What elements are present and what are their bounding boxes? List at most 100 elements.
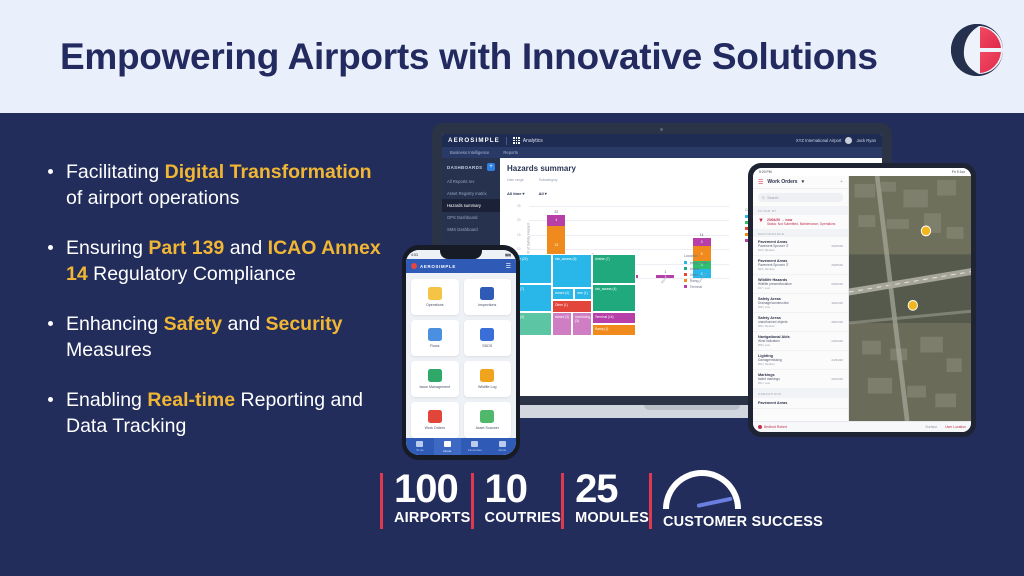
sdds-icon (480, 328, 495, 341)
tablet-mockup: 5:20 PM Fri 9 Jun ☰ Work Orders ▾ + ⚲ Se… (748, 163, 976, 437)
bullet-digital-transformation: Facilitating Digital Transformation of a… (42, 159, 387, 211)
slide-body: Facilitating Digital Transformation of a… (0, 113, 1024, 576)
map-layer-toggle[interactable]: User Location (945, 425, 966, 429)
sidebar-item[interactable]: Hazards summary (442, 199, 500, 212)
aerosimple-mark-icon (411, 263, 417, 269)
y-axis-tick: 25 (517, 204, 521, 208)
wo-date: 03/05/20 (831, 282, 843, 287)
work-order-item[interactable]: Lighting Damage/missing #52 | Medium 24/04/… (753, 351, 848, 371)
phone-module-label: Work Orders (424, 426, 445, 430)
phone-brand: AEROSIMPLE (420, 263, 457, 269)
wo-meta: #51 | Low (758, 381, 771, 386)
bullet-text: of airport operations (66, 187, 240, 209)
legend-item: empty_value (684, 261, 708, 265)
hamburger-icon[interactable]: ☰ (758, 179, 763, 186)
bullet-text: and (224, 237, 268, 259)
aerosimple-wordmark: AEROSIMPLE (448, 137, 500, 144)
stats-bar: 100 AIRPORTS 10 COUTRIES 25 MODULES CUSTOMER S… (380, 468, 1000, 543)
work-order-item[interactable]: Safety Areas unauthorized objects #55 | Me… (753, 313, 848, 333)
stat-label: COUTRIES (484, 510, 562, 526)
filter-label: Date range (507, 178, 524, 182)
work-order-item[interactable]: Markings faded markings #51 | Low 23/04/20 (753, 370, 848, 390)
treemap-cell: risk_assess (4) (592, 284, 636, 312)
phone-module-tile[interactable]: SDDS (463, 320, 511, 356)
chevron-down-icon[interactable]: ▾ (802, 179, 805, 185)
apps-grid-icon[interactable] (512, 137, 520, 144)
wildlife-log-icon (480, 369, 495, 382)
phone-screen: 4:53 ▮▮▮ AEROSIMPLE ☰ Operations Inspecti… (406, 250, 516, 455)
analytics-topbar: AEROSIMPLE Analytics XYZ International A… (442, 134, 882, 147)
work-order-item[interactable]: Wildlife Hazards Wildlife present/locatio… (753, 275, 848, 295)
asset-scanner-icon (480, 410, 495, 423)
airport-selector[interactable]: XYZ International Airport (796, 138, 842, 143)
tablet-status-time: 5:20 PM (759, 170, 772, 174)
work-order-item[interactable]: Safety Areas Drainage/construction #56 | L… (753, 294, 848, 314)
phone-module-tile[interactable]: Wildlife Log (463, 361, 511, 397)
treemap-legend-title: Location (684, 254, 698, 258)
phone-module-tile[interactable]: Work Orders (411, 402, 459, 438)
filter-status: Status: Not Submitted, Maintenance, Oper… (766, 221, 836, 226)
phone-tab[interactable]: To do (406, 440, 434, 452)
phone-tab[interactable]: Favourites (461, 440, 489, 452)
filter-control[interactable]: Date range All time ▾ (507, 178, 525, 200)
treemap-cell: risk_assess (6) (552, 254, 592, 288)
bullet-text: Facilitating (66, 161, 165, 183)
current-user[interactable]: Bedford Robert (758, 425, 787, 429)
work-order-item[interactable]: Pavement Areas Pavement Spcover 3" #23 | M… (753, 237, 848, 257)
active-filter[interactable]: ▼ 23/04/20 → now Status: Not Submitted, … (753, 215, 848, 229)
filter-control[interactable]: Subcategory All ▾ (539, 178, 558, 200)
add-dashboard-button[interactable]: + (487, 163, 495, 171)
phone-module-tile[interactable]: Flows (411, 320, 459, 356)
stat-customer-success: CUSTOMER SUCCESS (648, 468, 823, 543)
aerosimple-logo (949, 22, 1005, 78)
hamburger-icon[interactable]: ☰ (506, 263, 511, 270)
topbar-divider (505, 136, 507, 145)
phone-tabbar: To do Home Favourites Alerts (406, 438, 516, 455)
work-order-item[interactable]: Pavement Areas Pavement Spcover 3" #23 | M… (753, 256, 848, 276)
phone-module-tile[interactable]: Operations (411, 279, 459, 315)
phone-module-grid: Operations Inspections Flows SDDS Issue Mana… (406, 273, 516, 444)
gauge-icon (662, 470, 741, 510)
wo-date: 24/04/20 (831, 358, 843, 363)
phone-tab-label: Home (443, 448, 452, 453)
analytics-label: Analytics (522, 137, 543, 144)
treemap-cell: Ramp (1) (592, 324, 636, 336)
phone-tab-label: Alerts (498, 448, 507, 453)
phone-tab[interactable]: Home (433, 438, 461, 455)
search-icon: ⚲ (762, 195, 765, 200)
stat-label: AIRPORTS (394, 510, 471, 526)
treemap-cell: Airside (7) (592, 254, 636, 284)
sidebar-item[interactable]: SMS Dashboard (442, 224, 500, 236)
phone-module-tile[interactable]: Asset Scanner (463, 402, 511, 438)
wo-meta: #23 | Medium (758, 248, 775, 253)
laptop-trackpad-notch (644, 405, 740, 410)
analytics-subnav: Business Intelligence Reports (442, 147, 882, 158)
legend-item: Terminal (684, 285, 708, 289)
legend-item: Airside (684, 267, 708, 271)
y-axis-tick: 20 (517, 218, 521, 223)
sidebar-item[interactable]: Asset Registry matrix (442, 187, 500, 199)
phone-status-icons: ▮▮▮ (505, 252, 511, 257)
search-input[interactable]: ⚲ Search (758, 193, 843, 202)
bullet-highlight: Security (265, 313, 343, 335)
subnav-item-reports[interactable]: Reports (503, 150, 518, 155)
work-order-item[interactable]: Navigational Aids Wind indicators #58 | Lo… (753, 332, 848, 352)
phone-module-tile[interactable]: Inspections (463, 279, 511, 315)
phone-module-tile[interactable]: Issue Management (411, 361, 459, 397)
subnav-item-bi[interactable]: Business Intelligence (450, 150, 489, 155)
bullet-text: Ensuring (66, 237, 149, 259)
user-name[interactable]: Jack Ryan (856, 138, 876, 143)
phone-module-label: Operations (425, 303, 444, 307)
avatar[interactable] (845, 137, 853, 144)
sidebar-item[interactable]: OPS Dashboard (442, 212, 500, 224)
sidebar-item[interactable]: All Reports rev (442, 175, 500, 187)
stat-countries: 10 COUTRIES (470, 468, 562, 543)
work-order-item[interactable]: Pavement Areas (753, 398, 848, 409)
plus-icon[interactable]: + (840, 179, 843, 185)
phone-tab[interactable]: Alerts (489, 440, 517, 453)
map-layer-toggle[interactable]: Surface (925, 425, 937, 429)
airport-satellite-map[interactable] (849, 176, 971, 421)
wo-meta: #55 | Medium (758, 324, 775, 329)
bullet-text: Enhancing (66, 313, 164, 335)
stat-number: 100 (394, 467, 459, 511)
